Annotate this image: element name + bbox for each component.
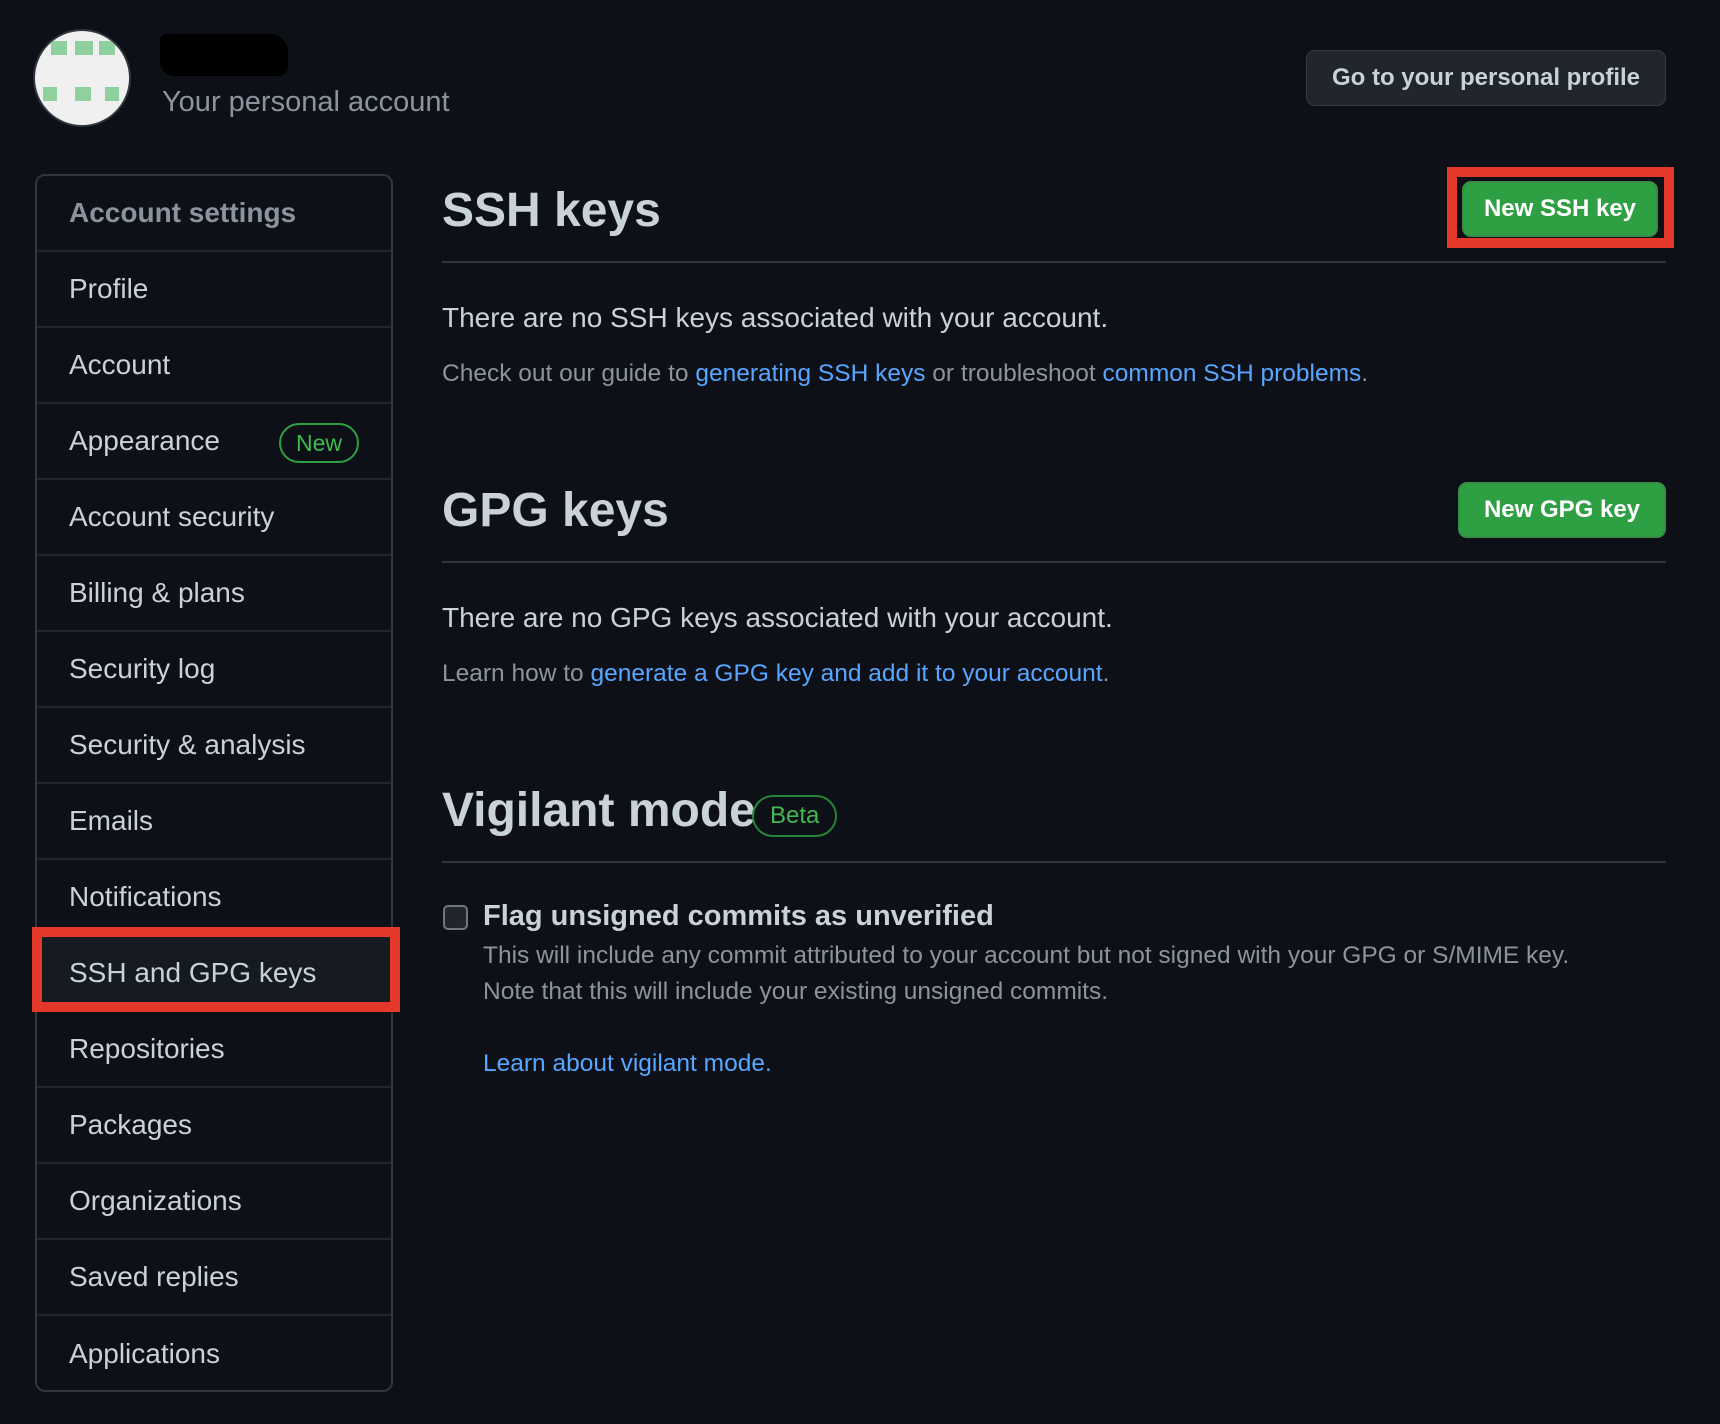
learn-suffix: . — [764, 1050, 772, 1077]
guide-prefix: Check out our guide to — [442, 360, 696, 387]
user-avatar[interactable] — [33, 29, 131, 127]
sidebar-item-profile[interactable]: Profile — [37, 252, 391, 328]
avatar-pixel — [75, 41, 93, 55]
sidebar-item-label: Applications — [69, 1338, 220, 1369]
avatar-pixel — [105, 87, 119, 101]
sidebar-item-label: Security & analysis — [69, 729, 306, 760]
sidebar-item-saved-replies[interactable]: Saved replies — [37, 1240, 391, 1316]
sidebar-item-label: Account security — [69, 501, 275, 532]
sidebar-item-organizations[interactable]: Organizations — [37, 1164, 391, 1240]
ssh-guide-text: Check out our guide to generating SSH ke… — [442, 360, 1368, 388]
sidebar-item-security-analysis[interactable]: Security & analysis — [37, 708, 391, 784]
learn-suffix: . — [1102, 660, 1110, 687]
sidebar-item-label: SSH and GPG keys — [69, 957, 317, 988]
sidebar-item-repositories[interactable]: Repositories — [37, 1012, 391, 1088]
sidebar-item-applications[interactable]: Applications — [37, 1316, 391, 1390]
flag-unsigned-commits-label[interactable]: Flag unsigned commits as unverified — [483, 900, 994, 933]
vigilant-learn-text: Learn about vigilant mode. — [483, 1050, 772, 1078]
new-gpg-key-button[interactable]: New GPG key — [1458, 482, 1666, 538]
gpg-keys-title: GPG keys — [442, 484, 669, 537]
section-divider — [442, 261, 1666, 263]
sidebar-item-account[interactable]: Account — [37, 328, 391, 404]
sidebar-item-emails[interactable]: Emails — [37, 784, 391, 860]
gpg-empty-text: There are no GPG keys associated with yo… — [442, 602, 1113, 633]
sidebar-item-label: Repositories — [69, 1033, 225, 1064]
new-badge: New — [278, 423, 359, 463]
sidebar-item-notifications[interactable]: Notifications — [37, 860, 391, 936]
settings-sidebar: Account settings Profile Account Appeara… — [35, 174, 393, 1392]
vigilant-note-line2: Note that this will include your existin… — [483, 978, 1109, 1005]
avatar-pixel — [75, 87, 91, 101]
redacted-username — [160, 34, 288, 76]
ssh-keys-title: SSH keys — [442, 184, 661, 237]
guide-middle: or troubleshoot — [925, 360, 1103, 387]
sidebar-item-label: Emails — [69, 805, 154, 836]
guide-suffix: . — [1361, 360, 1369, 387]
generating-ssh-keys-link[interactable]: generating SSH keys — [695, 360, 925, 387]
flag-unsigned-commits-checkbox[interactable] — [443, 905, 468, 930]
generate-gpg-key-link[interactable]: generate a GPG key and add it to your ac… — [590, 660, 1102, 687]
sidebar-item-label: Billing & plans — [69, 577, 245, 608]
ssh-empty-text: There are no SSH keys associated with yo… — [442, 302, 1109, 333]
beta-badge: Beta — [752, 795, 838, 837]
settings-page: Your personal account Go to your persona… — [0, 0, 1720, 1424]
sidebar-item-security-log[interactable]: Security log — [37, 632, 391, 708]
gpg-learn-text: Learn how to generate a GPG key and add … — [442, 660, 1109, 688]
learn-prefix: Learn how to — [442, 660, 591, 687]
sidebar-item-label: Account — [69, 349, 171, 380]
avatar-pixel — [43, 87, 57, 101]
vigilant-note-line1: This will include any commit attributed … — [483, 942, 1570, 969]
sidebar-item-account-security[interactable]: Account security — [37, 480, 391, 556]
sidebar-item-label: Appearance — [69, 425, 221, 456]
sidebar-item-label: Saved replies — [69, 1261, 239, 1292]
section-divider — [442, 861, 1666, 863]
avatar-pixel — [51, 41, 67, 55]
sidebar-item-label: Security log — [69, 653, 216, 684]
sidebar-item-label: Profile — [69, 273, 149, 304]
common-ssh-problems-link[interactable]: common SSH problems — [1103, 360, 1362, 387]
sidebar-item-label: Organizations — [69, 1185, 242, 1216]
sidebar-heading: Account settings — [37, 176, 391, 252]
avatar-pixel — [99, 41, 115, 55]
account-subtitle: Your personal account — [162, 86, 450, 118]
learn-vigilant-mode-link[interactable]: Learn about vigilant mode — [483, 1050, 765, 1077]
sidebar-item-packages[interactable]: Packages — [37, 1088, 391, 1164]
new-ssh-key-button[interactable]: New SSH key — [1462, 181, 1658, 237]
sidebar-item-ssh-gpg-keys[interactable]: SSH and GPG keys — [37, 936, 391, 1012]
go-to-profile-button[interactable]: Go to your personal profile — [1306, 50, 1666, 106]
vigilant-mode-title: Vigilant mode — [442, 784, 756, 837]
sidebar-item-billing[interactable]: Billing & plans — [37, 556, 391, 632]
sidebar-item-appearance[interactable]: Appearance New — [37, 404, 391, 480]
section-divider — [442, 561, 1666, 563]
sidebar-item-label: Packages — [69, 1109, 192, 1140]
sidebar-item-label: Notifications — [69, 881, 222, 912]
